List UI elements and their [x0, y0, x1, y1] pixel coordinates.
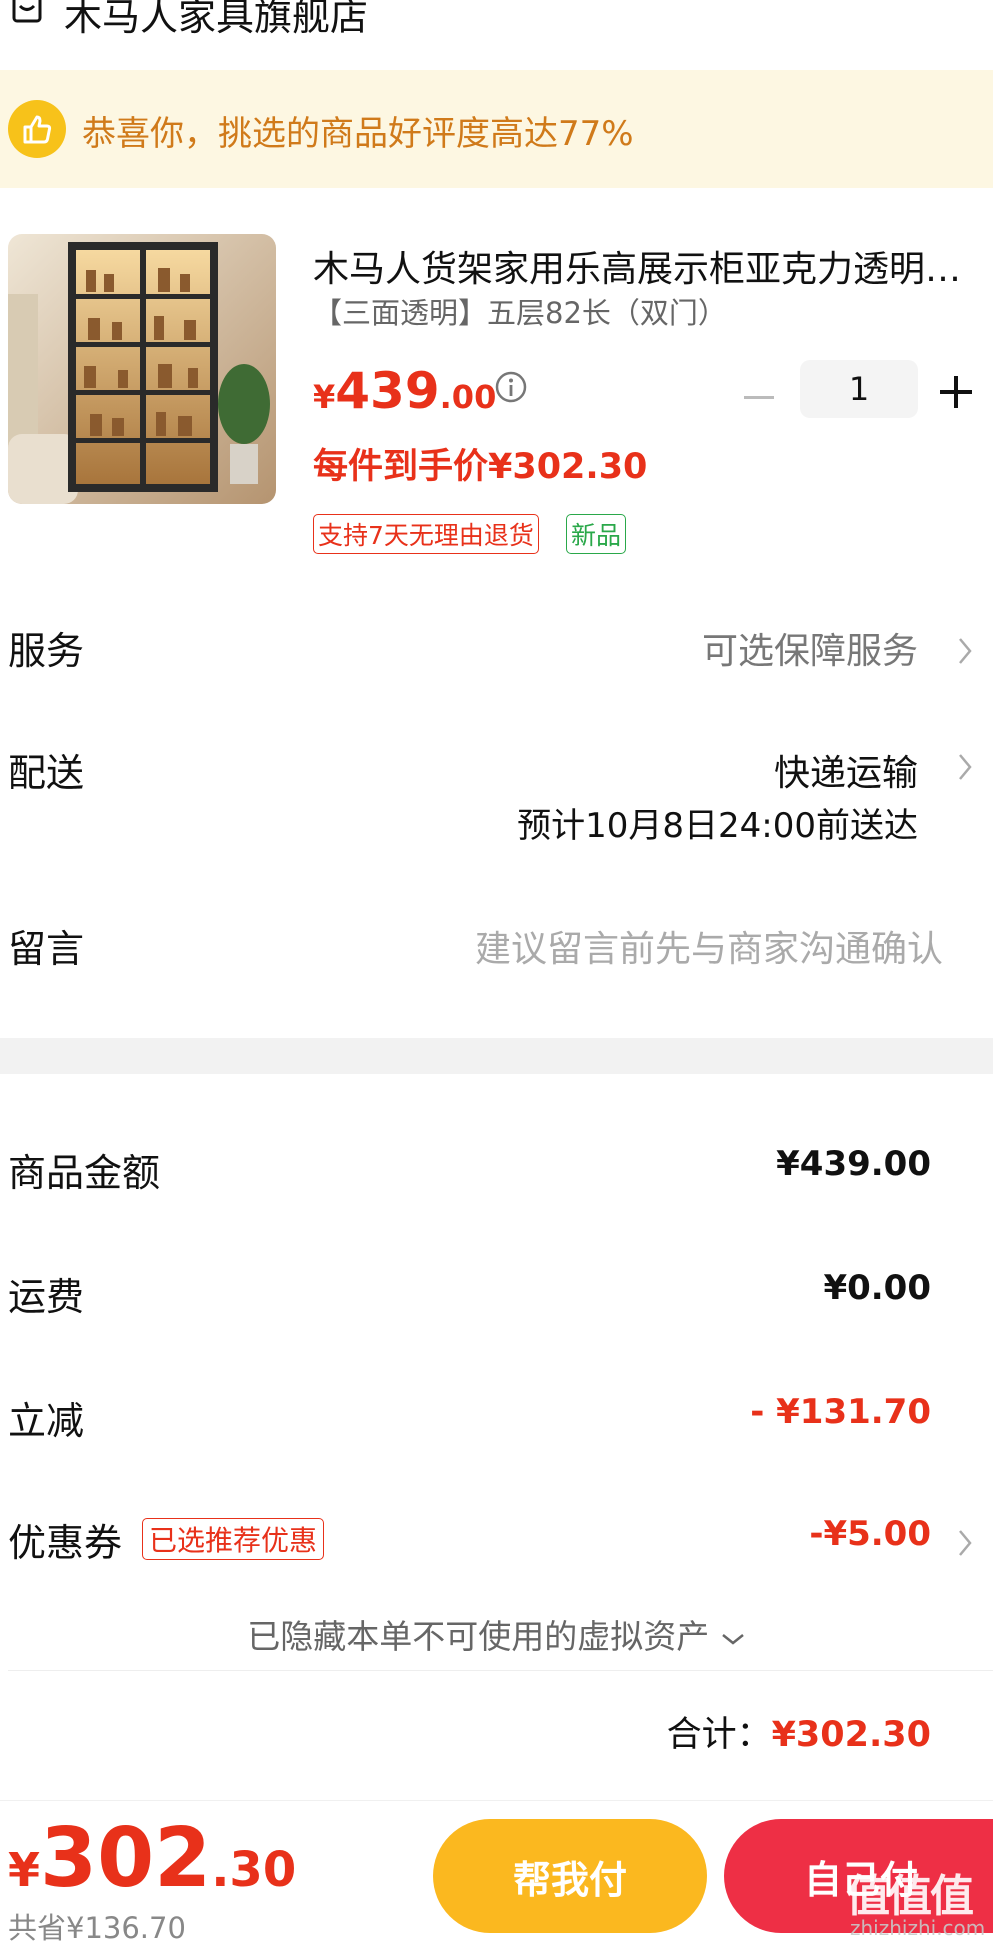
goods-amount-label: 商品金额 [8, 1151, 161, 1195]
praise-banner: 恭喜你，挑选的商品好评度高达77% [0, 70, 993, 188]
discount-value: - ¥131.70 [750, 1392, 931, 1432]
section-divider [0, 1038, 993, 1074]
hidden-assets-toggle[interactable]: 已隐藏本单不可使用的虚拟资产 [0, 1610, 993, 1658]
chevron-down-icon [721, 1633, 744, 1645]
goods-amount-row: 商品金额 ¥439.00 [0, 1142, 993, 1202]
quantity-increase-button[interactable] [938, 374, 974, 410]
service-row[interactable]: 服务 可选保障服务 [0, 614, 993, 684]
help-me-pay-button[interactable]: 帮我付 [433, 1819, 707, 1933]
coupon-value: -¥5.00 [809, 1514, 931, 1554]
delivery-row[interactable]: 配送 快递运输 预计10月8日24:00前送达 [0, 736, 993, 856]
product-spec[interactable]: 【三面透明】五层82长（双门） [313, 290, 727, 332]
watermark: 值值值 zhizhizhi.com [840, 1860, 993, 1947]
store-name[interactable]: 木马人家具旗舰店 [64, 0, 368, 41]
discount-row: 立减 - ¥131.70 [0, 1390, 993, 1450]
message-row[interactable]: 留言 建议留言前先与商家沟通确认 [0, 912, 993, 982]
delivery-label: 配送 [8, 751, 85, 795]
praise-text: 恭喜你，挑选的商品好评度高达77% [82, 114, 634, 154]
chevron-right-icon [959, 754, 972, 780]
delivery-method: 快递运输 [773, 753, 918, 794]
unit-price: 每件到手价¥302.30 [313, 447, 648, 487]
quantity-field[interactable]: 1 [800, 360, 918, 418]
store-icon [12, 0, 42, 23]
watermark-logo: 值值值 [846, 1871, 974, 1922]
message-input[interactable]: 建议留言前先与商家沟通确认 [475, 920, 943, 972]
minus-icon [744, 395, 774, 399]
product-title[interactable]: 木马人货架家用乐高展示柜亚克力透明玻璃 [313, 240, 983, 292]
price-decimal: .00 [439, 378, 497, 416]
chevron-right-icon [959, 638, 972, 664]
total-label: 合计： [666, 1715, 772, 1755]
goods-amount-value: ¥439.00 [776, 1144, 931, 1184]
service-label: 服务 [8, 629, 85, 673]
product-card: 木马人货架家用乐高展示柜亚克力透明玻璃 【三面透明】五层82长（双门） ¥439… [0, 234, 993, 564]
shipping-label: 运费 [8, 1275, 85, 1319]
payable-integer: 302 [40, 1811, 212, 1906]
product-price: ¥439.00 [313, 362, 496, 420]
price-currency: ¥ [313, 378, 336, 416]
payable-currency: ¥ [8, 1843, 41, 1897]
payable-amount: ¥302.30 [8, 1811, 296, 1906]
price-integer: 439 [335, 362, 440, 420]
chevron-right-icon [959, 1530, 972, 1556]
return-policy-tag: 支持7天无理由退货 [313, 514, 539, 554]
divider [8, 1670, 993, 1671]
product-image[interactable] [8, 234, 276, 504]
shipping-value: ¥0.00 [823, 1268, 931, 1308]
delivery-eta: 预计10月8日24:00前送达 [517, 806, 918, 846]
info-icon[interactable] [494, 370, 528, 404]
shipping-row: 运费 ¥0.00 [0, 1266, 993, 1326]
recommended-coupon-badge: 已选推荐优惠 [142, 1518, 325, 1560]
new-product-tag: 新品 [566, 514, 627, 554]
service-value: 可选保障服务 [701, 631, 918, 672]
total-saved: 共省¥136.70 [8, 1911, 186, 1945]
store-header[interactable]: 木马人家具旗舰店 [0, 0, 993, 70]
hidden-assets-text: 已隐藏本单不可使用的虚拟资产 [247, 1617, 710, 1656]
thumbs-up-icon [8, 100, 66, 158]
coupon-label: 优惠券 [8, 1521, 123, 1565]
total-value: ¥302.30 [771, 1715, 931, 1755]
quantity-decrease-button[interactable] [742, 380, 776, 414]
total-row: 合计：¥302.30 [667, 1706, 931, 1757]
message-label: 留言 [8, 927, 85, 971]
watermark-url: zhizhizhi.com [850, 1916, 986, 1940]
discount-label: 立减 [8, 1399, 85, 1443]
payable-decimal: .30 [211, 1842, 297, 1898]
